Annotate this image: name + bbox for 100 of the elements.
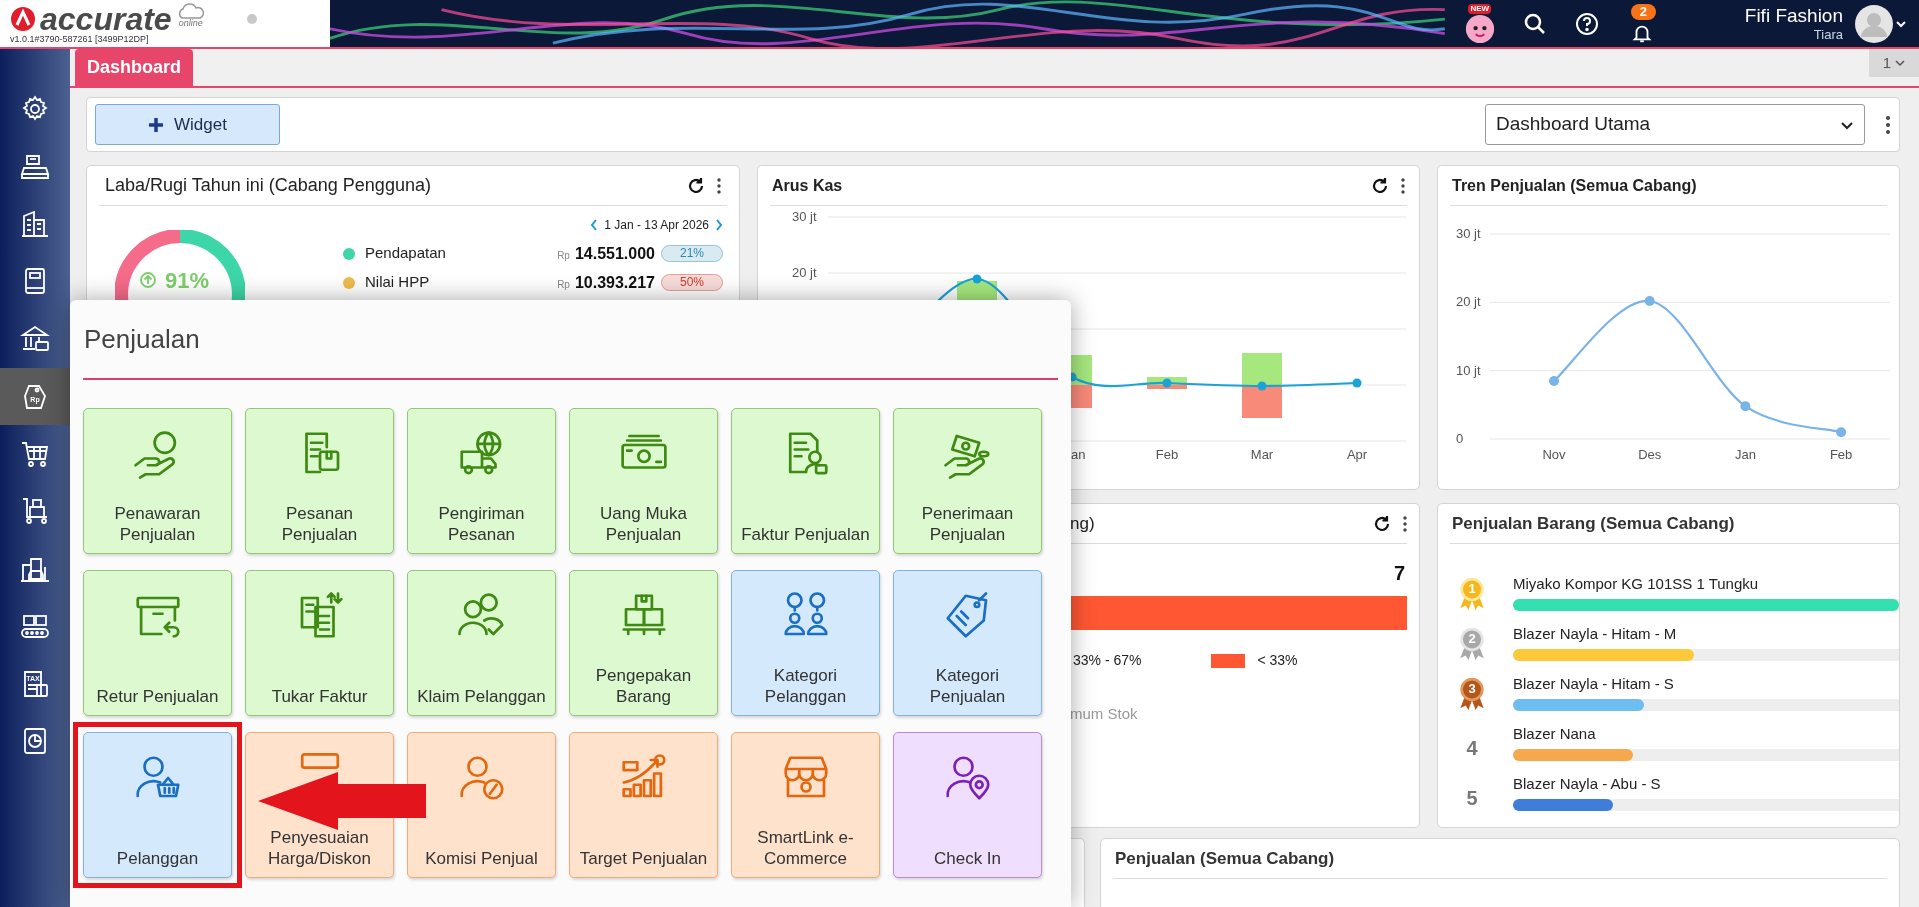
menu-tile[interactable]: Pengiriman Pesanan [407, 408, 556, 554]
legend-label: 33% - 67% [1073, 651, 1142, 670]
axis-label: Mar [1250, 447, 1274, 462]
data-point [1740, 401, 1751, 412]
company-name: Fifi Fashion [1744, 5, 1843, 27]
data-point [1836, 427, 1847, 438]
menu-tile[interactable]: Penerimaan Penjualan [893, 408, 1042, 554]
menu-tile[interactable]: Penawaran Penjualan [83, 408, 232, 554]
axis-label: 30 jt [1456, 226, 1481, 241]
previous-icon[interactable] [590, 219, 599, 231]
axis-label: Des [1638, 447, 1662, 462]
data-point [972, 274, 982, 284]
stock-count: 7 [1393, 561, 1405, 586]
refresh-icon[interactable] [687, 176, 705, 195]
avatar-icon[interactable] [1855, 4, 1893, 43]
axis-label: 20 jt [1456, 294, 1481, 310]
more-options-icon[interactable] [1885, 114, 1891, 135]
amount-value: 14.551.000 [574, 243, 655, 264]
menu-tile[interactable]: Komisi Penjual [407, 732, 556, 878]
menu-tile[interactable]: Target Penjualan [569, 732, 718, 878]
rank-number: 5 [1465, 785, 1479, 810]
status-dot-icon [245, 12, 258, 25]
legend-label: Pendapatan [365, 243, 447, 264]
axis-label: Apr [1346, 447, 1368, 462]
next-icon[interactable] [715, 219, 723, 231]
cash-in-bar [1242, 353, 1282, 385]
menu-tile[interactable]: Klaim Pelanggan [407, 570, 556, 716]
card-title: ng) [1070, 512, 1095, 535]
stock-caption: mum Stok [1070, 704, 1138, 724]
period-label: 1 Jan - 13 Apr 2026 [604, 217, 709, 234]
data-point [1257, 381, 1267, 391]
refresh-icon[interactable] [1373, 514, 1391, 533]
currency-label: Rp [557, 278, 570, 292]
new-badge: NEW [1468, 3, 1492, 14]
rank-number: 1 [1467, 580, 1477, 596]
amount-value: 10.393.217 [574, 272, 655, 293]
rank-number: 4 [1465, 735, 1479, 760]
menu-title: Penjualan [83, 322, 200, 356]
menu-tile[interactable]: Kategori Pelanggan [731, 570, 880, 716]
more-options-icon[interactable] [1403, 515, 1407, 532]
menu-tile[interactable]: Retur Penjualan [83, 570, 232, 716]
card-title: Penjualan Barang (Semua Cabang) [1452, 512, 1735, 535]
cash-out-bar [1242, 385, 1282, 418]
add-widget-button[interactable]: Widget [95, 104, 280, 145]
percent-badge: 21% [661, 245, 723, 262]
percent-badge: 50% [661, 274, 723, 291]
menu-tile[interactable]: Uang Muka Penjualan [569, 408, 718, 554]
card-title: Laba/Rugi Tahun ini (Cabang Pengguna) [105, 174, 431, 197]
dashboard-select[interactable]: Dashboard Utama [1485, 104, 1865, 145]
ratio-value: 91% [165, 268, 209, 293]
axis-label: 20 jt [792, 265, 817, 280]
more-options-icon[interactable] [717, 177, 721, 194]
help-icon[interactable] [1574, 11, 1599, 36]
menu-tile[interactable]: Tukar Faktur [245, 570, 394, 716]
menu-tile[interactable]: SmartLink e-Commerce [731, 732, 880, 878]
data-point [1644, 295, 1655, 306]
menu-tile[interactable]: Kategori Penjualan [893, 570, 1042, 716]
logo-text: accurate [40, 3, 172, 34]
data-point [1162, 378, 1172, 388]
logo-subtitle: online [178, 19, 203, 28]
legend-label: < 33% [1257, 651, 1298, 670]
mascot-icon[interactable] [1464, 13, 1495, 44]
more-options-icon[interactable] [1401, 177, 1405, 194]
card-title: Tren Penjualan (Semua Cabang) [1452, 175, 1697, 196]
cash-out-bar [1147, 385, 1187, 389]
menu-tile[interactable]: Pesanan Penjualan [245, 408, 394, 554]
axis-label: 10 jt [1456, 362, 1481, 378]
rank-number: 3 [1467, 680, 1477, 696]
menu-tile[interactable]: Faktur Penjualan [731, 408, 880, 554]
user-name: Tiara [1813, 27, 1843, 42]
plus-icon [148, 116, 165, 133]
menu-tile[interactable]: Check In [893, 732, 1042, 878]
refresh-icon[interactable] [1371, 176, 1389, 195]
rank-number: 2 [1467, 630, 1477, 646]
axis-label: Nov [1542, 447, 1566, 462]
axis-label: an [1071, 447, 1086, 462]
item-name: Blazer Nayla - Hitam - M [1513, 624, 1678, 644]
search-icon[interactable] [1522, 11, 1547, 36]
notification-count-badge: 2 [1630, 3, 1657, 20]
item-name: Blazer Nayla - Hitam - S [1513, 674, 1675, 694]
currency-label: Rp [557, 249, 570, 263]
axis-label: Jan [1734, 447, 1756, 462]
axis-label: 0 [1456, 431, 1464, 446]
menu-tile[interactable]: Pelanggan [83, 732, 232, 878]
axis-label: 30 jt [792, 209, 817, 224]
page-selector[interactable]: 1 [1869, 49, 1919, 77]
axis-label: Feb [1829, 447, 1853, 462]
item-name: Blazer Nana [1513, 724, 1597, 744]
axis-label: Feb [1155, 447, 1179, 462]
data-point [1352, 378, 1362, 388]
up-arrow-icon [140, 272, 156, 288]
data-point [1549, 375, 1559, 386]
version-text: v1.0.1#3790-587261 [3499P12DP] [10, 33, 150, 44]
legend-label: Nilai HPP [365, 272, 431, 293]
card-title: Penjualan (Semua Cabang) [1115, 847, 1335, 870]
menu-tile[interactable]: Pengepakan Barang [569, 570, 718, 716]
item-name: Blazer Nayla - Abu - S [1513, 774, 1662, 794]
card-title: Arus Kas [772, 175, 843, 196]
dashboard-tab[interactable]: Dashboard [75, 49, 194, 86]
logo-icon [10, 5, 36, 32]
